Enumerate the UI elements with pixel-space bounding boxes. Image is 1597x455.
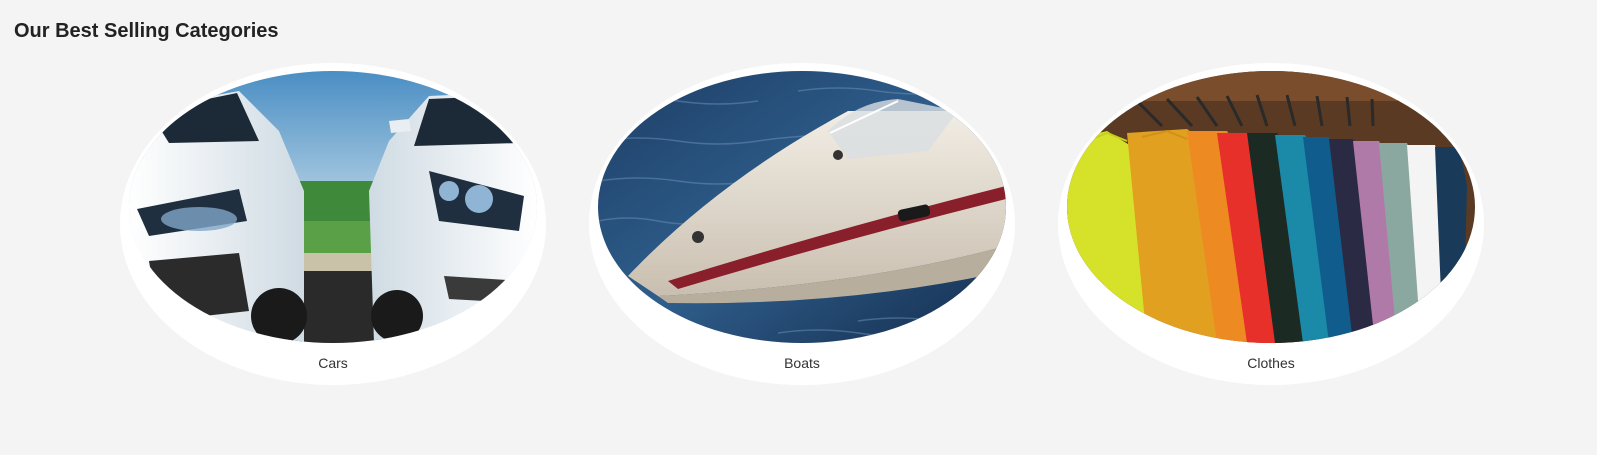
- category-list: Cars Boats Clothes: [0, 0, 1597, 455]
- category-card-clothes[interactable]: Clothes: [1058, 63, 1484, 385]
- clothes-image[interactable]: [1067, 71, 1475, 343]
- category-label-cars[interactable]: Cars: [120, 355, 546, 371]
- category-card-boats[interactable]: Boats: [589, 63, 1015, 385]
- category-card-cars[interactable]: Cars: [120, 63, 546, 385]
- boats-image[interactable]: [598, 71, 1006, 343]
- cars-image[interactable]: [129, 71, 537, 343]
- category-label-boats[interactable]: Boats: [589, 355, 1015, 371]
- category-label-clothes[interactable]: Clothes: [1058, 355, 1484, 371]
